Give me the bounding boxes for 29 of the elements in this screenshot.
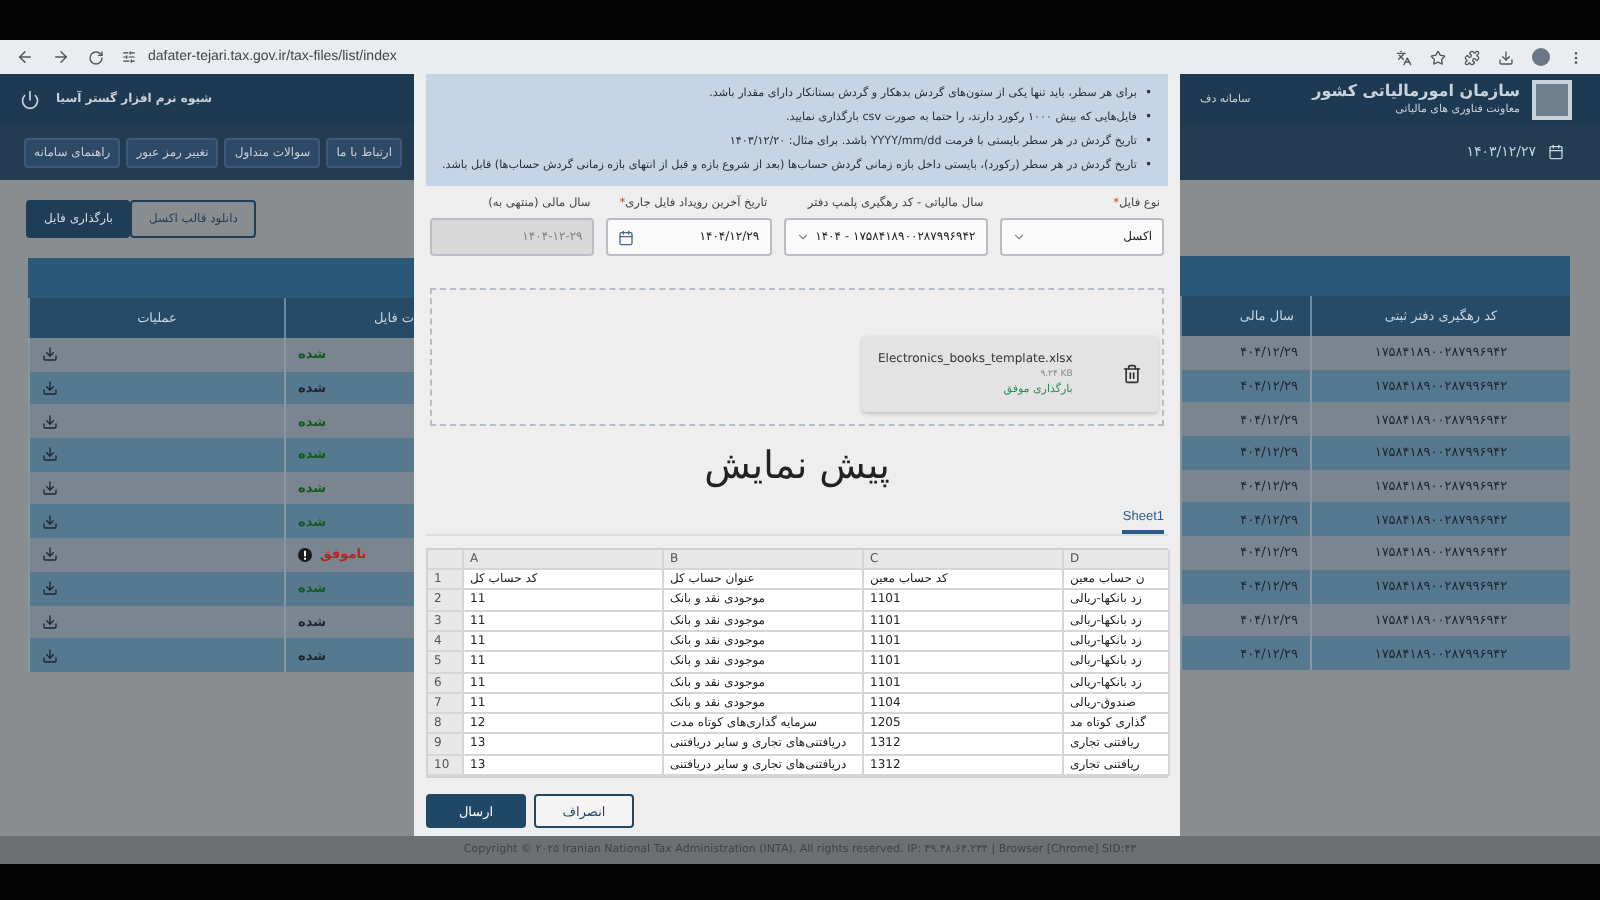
extensions-icon[interactable] xyxy=(1464,49,1480,65)
download-icon[interactable] xyxy=(42,380,58,397)
download-icon[interactable] xyxy=(42,513,58,530)
download-icon[interactable] xyxy=(42,346,58,363)
forward-icon[interactable] xyxy=(52,48,70,66)
download-icon[interactable] xyxy=(42,413,58,430)
download-icon[interactable] xyxy=(42,546,58,563)
bookmark-star-icon[interactable] xyxy=(1430,49,1446,65)
profile-avatar[interactable] xyxy=(1532,48,1550,66)
translate-icon[interactable] xyxy=(1396,49,1412,65)
calendar-icon xyxy=(1548,144,1564,160)
delete-button[interactable] xyxy=(1122,363,1142,384)
power-icon[interactable] xyxy=(20,89,40,109)
reload-icon[interactable] xyxy=(88,49,104,65)
download-icon[interactable] xyxy=(42,613,58,630)
chevron-icon xyxy=(1011,230,1026,244)
preview-title: پیش نمایش xyxy=(702,443,892,488)
download-icon[interactable] xyxy=(42,480,58,497)
back-icon[interactable] xyxy=(16,48,34,66)
download-icon[interactable] xyxy=(42,647,58,664)
calendar-icon xyxy=(618,229,635,245)
download-icon[interactable] xyxy=(42,446,58,463)
download-icon[interactable] xyxy=(1498,49,1514,65)
download-icon[interactable] xyxy=(42,580,58,597)
org-title: سازمان امورمالیاتی کشور xyxy=(1312,82,1520,100)
logo-icon xyxy=(1532,79,1572,119)
site-settings-icon[interactable] xyxy=(122,50,136,64)
alert-icon xyxy=(298,547,312,562)
chevron-icon xyxy=(795,230,810,244)
